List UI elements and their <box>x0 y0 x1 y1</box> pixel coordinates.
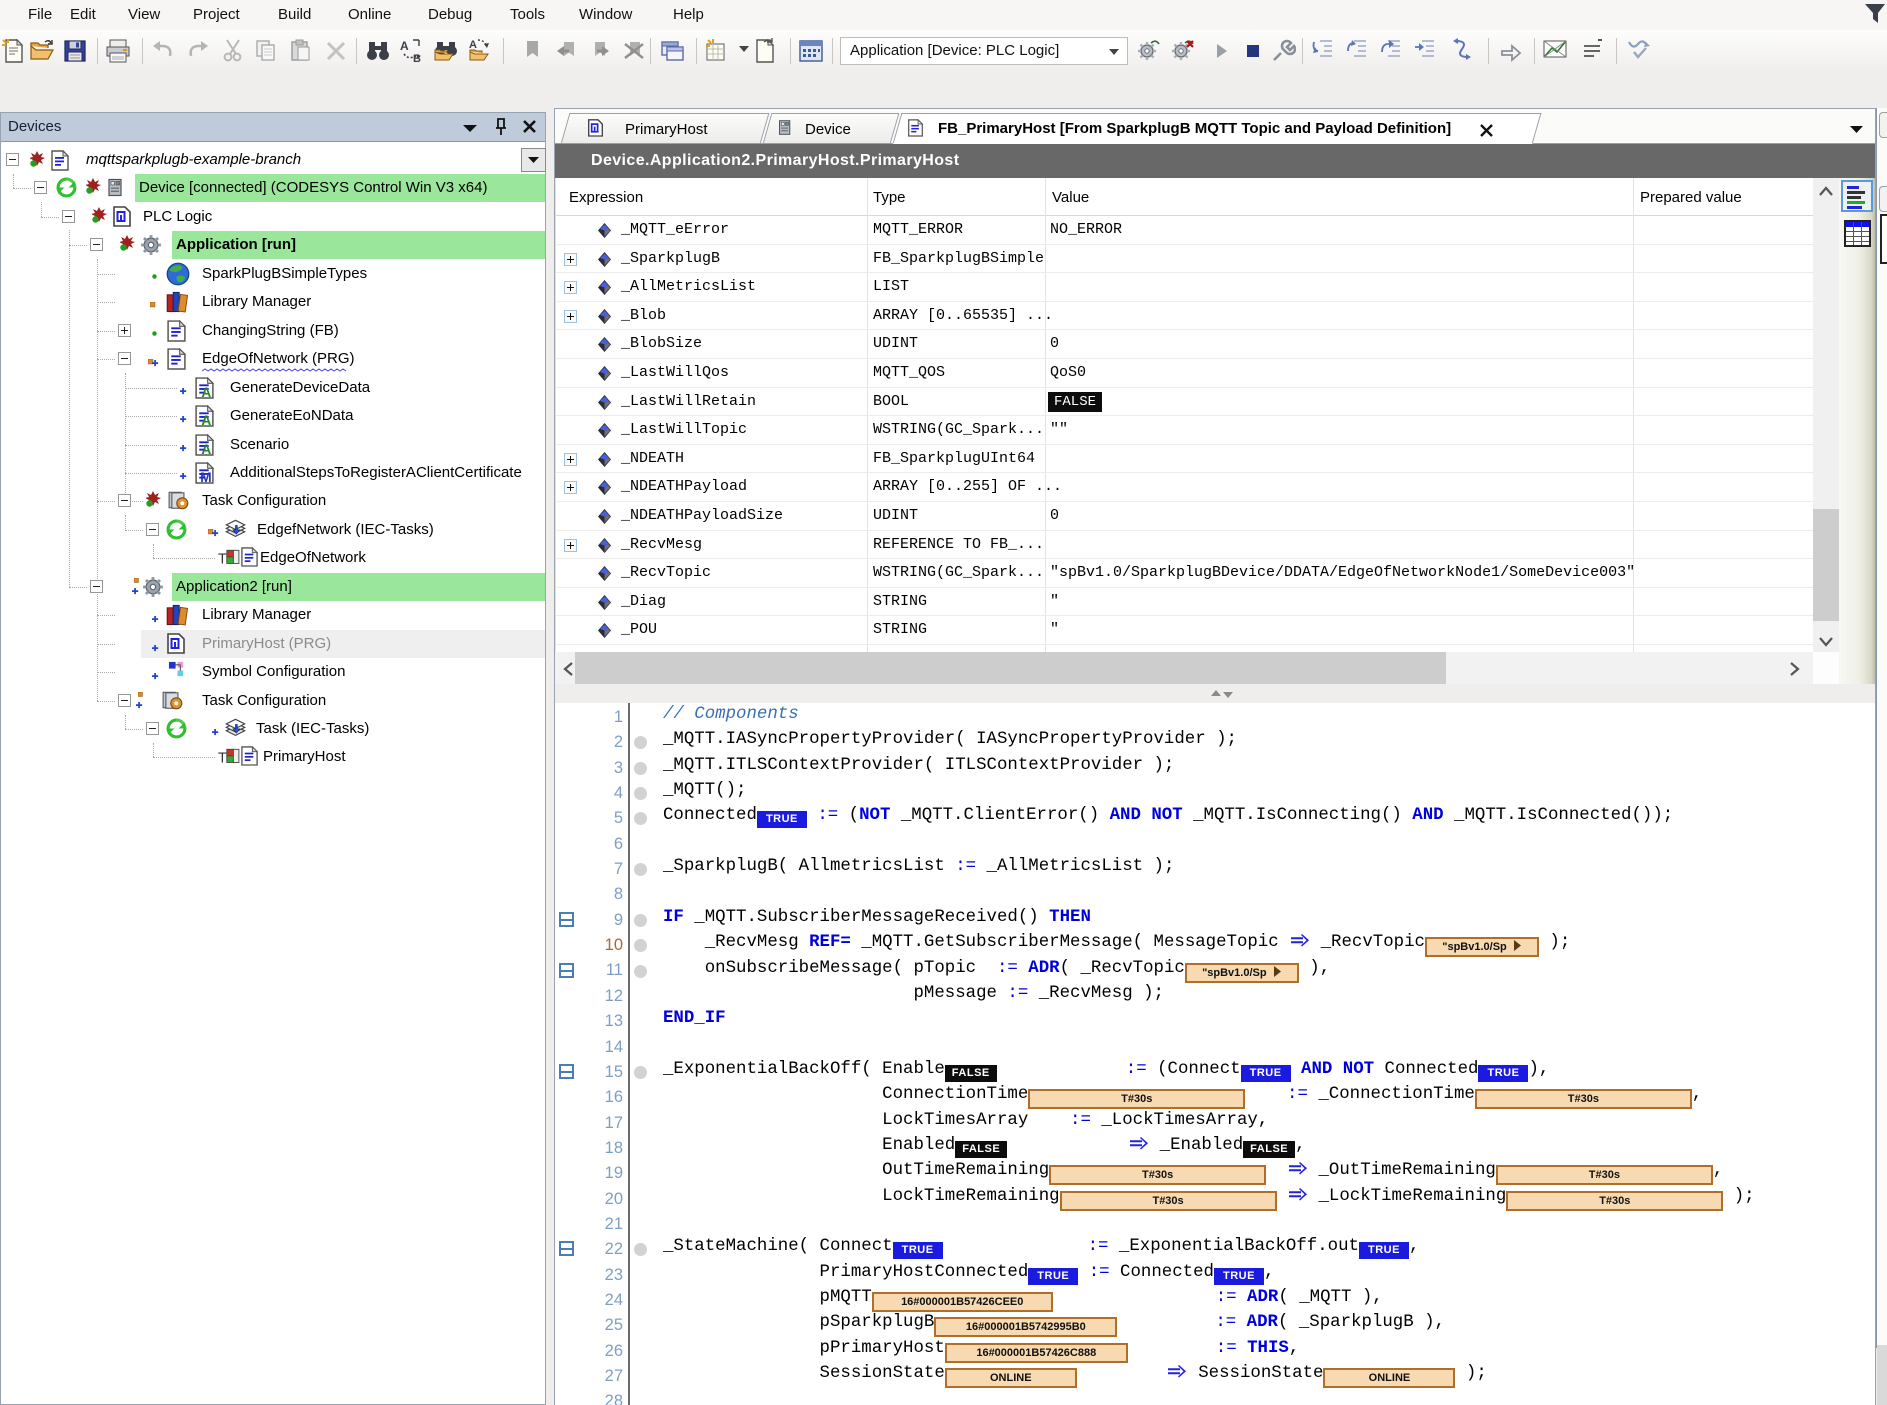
svg-text:A: A <box>469 39 477 51</box>
svg-text:B: B <box>413 53 421 64</box>
svg-text:A: A <box>400 39 409 53</box>
